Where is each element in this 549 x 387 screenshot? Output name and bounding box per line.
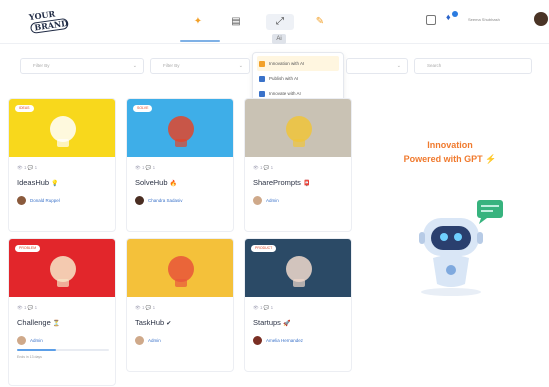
search-placeholder: Search — [427, 63, 442, 68]
card-author[interactable]: Amelia Hernandez — [253, 336, 303, 345]
filter-select-1[interactable]: Filter By ⌄ — [20, 58, 144, 74]
card-title-text: SharePrompts — [253, 178, 301, 187]
progress-bar — [17, 349, 109, 351]
notification-badge — [452, 11, 458, 17]
apps-tooltip: Ai — [272, 34, 286, 44]
card-emoji: 📮 — [302, 181, 311, 187]
toolbox-icon[interactable]: ▤ — [228, 14, 244, 30]
idea-card[interactable]: SOLVE 👁 1 💬 1 SolveHub 🔥 Chandra Sadasiv — [126, 98, 234, 232]
author-name: Admin — [148, 338, 161, 343]
filter-select-2[interactable]: Filter By ⌄ — [150, 58, 250, 74]
search-input[interactable]: Search — [414, 58, 532, 74]
progress-text: Ends in 13 days — [17, 355, 42, 359]
avatar — [253, 196, 262, 205]
filter-select-3[interactable]: ⌄ — [346, 58, 408, 74]
author-name: Admin — [30, 338, 43, 343]
grid-icon[interactable] — [426, 15, 436, 25]
avatar — [17, 336, 26, 345]
card-author[interactable]: Chandra Sadasiv — [135, 196, 183, 205]
card-title-text: SolveHub — [135, 178, 168, 187]
card-image — [127, 239, 233, 297]
card-stats: 👁 1 💬 1 — [253, 165, 274, 170]
avatar — [253, 336, 262, 345]
card-illustration — [168, 256, 194, 287]
card-title[interactable]: IdeasHub 💡 — [17, 178, 59, 187]
card-title[interactable]: SharePrompts 📮 — [253, 178, 310, 187]
user-avatar[interactable] — [534, 12, 548, 26]
progress-fill — [17, 349, 56, 351]
promo-line1: Innovation — [427, 140, 473, 150]
avatar — [135, 336, 144, 345]
apps-menu-button[interactable]: ⤢ — [266, 14, 294, 30]
card-stats: 👁 1 💬 1 — [135, 305, 156, 310]
dropdown-item-label: Innovation with AI — [269, 61, 305, 66]
author-name: Amelia Hernandez — [266, 338, 304, 343]
card-title[interactable]: Challenge ⏳ — [17, 318, 60, 327]
promo-title: Innovation Powered with GPT ⚡ — [364, 138, 536, 166]
filter-label: Filter By — [163, 63, 180, 68]
chat-icon — [259, 90, 265, 97]
idea-card[interactable]: PRODUCT 👁 1 💬 1 Startups 🚀 Amelia Hernand… — [244, 238, 352, 372]
idea-card[interactable]: IDEAS 👁 1 💬 1 IdeasHub 💡 Donald Ruppel — [8, 98, 116, 232]
card-emoji: ✔ — [166, 321, 172, 327]
card-emoji: 🚀 — [282, 321, 291, 327]
dropdown-item-publish[interactable]: Publish with AI — [257, 71, 339, 86]
author-name: Chandra Sadasiv — [148, 198, 183, 203]
card-tag: PRODUCT — [251, 245, 277, 252]
card-tag: IDEAS — [15, 105, 34, 112]
chevron-down-icon: ⌄ — [396, 63, 401, 69]
card-title-text: IdeasHub — [17, 178, 50, 187]
promo-panel: Innovation Powered with GPT ⚡ — [364, 82, 536, 332]
card-author[interactable]: Admin — [135, 336, 161, 345]
pen-icon — [259, 75, 265, 82]
chevron-down-icon: ⌄ — [132, 63, 137, 69]
lightbulb-icon[interactable]: ✦ — [190, 14, 206, 30]
active-nav-indicator — [180, 40, 220, 42]
card-emoji: ⏳ — [52, 321, 61, 327]
card-title[interactable]: TaskHub ✔ — [135, 318, 171, 327]
card-stats: 👁 1 💬 1 — [253, 305, 274, 310]
idea-card[interactable]: 👁 1 💬 1 SharePrompts 📮 Admin — [244, 98, 352, 232]
card-author[interactable]: Admin — [253, 196, 279, 205]
card-image — [245, 99, 351, 157]
card-stats: 👁 1 💬 1 — [135, 165, 156, 170]
card-title-text: TaskHub — [135, 318, 165, 327]
avatar — [135, 196, 144, 205]
card-emoji: 💡 — [51, 181, 59, 187]
dropdown-item-label: Publish with AI — [269, 76, 299, 81]
promo-line2: Powered with GPT ⚡ — [403, 154, 497, 164]
card-title[interactable]: Startups 🚀 — [253, 318, 290, 327]
card-title[interactable]: SolveHub 🔥 — [135, 178, 177, 187]
card-title-text: Startups — [253, 318, 281, 327]
dropdown-item-innovation[interactable]: Innovation with AI — [257, 56, 339, 71]
card-emoji: 🔥 — [169, 181, 178, 187]
author-name: Admin — [266, 198, 279, 203]
robot-illustration — [419, 200, 503, 296]
card-author[interactable]: Admin — [17, 336, 43, 345]
user-name[interactable]: Seema Shubhash — [468, 17, 500, 22]
filter-label: Filter By — [33, 63, 50, 68]
spark-icon — [259, 60, 265, 67]
idea-card[interactable]: 👁 1 💬 1 TaskHub ✔ Admin — [126, 238, 234, 372]
chevron-down-icon: ⌄ — [238, 63, 243, 69]
card-title-text: Challenge — [17, 318, 51, 327]
brand-logo[interactable]: YOUR BRAND — [28, 7, 75, 39]
card-author[interactable]: Donald Ruppel — [17, 196, 60, 205]
avatar — [17, 196, 26, 205]
idea-card[interactable]: PROBLEM 👁 1 💬 1 Challenge ⏳ Admin Ends in… — [8, 238, 116, 386]
card-stats: 👁 1 💬 1 — [17, 305, 38, 310]
wrench-icon[interactable]: ✎ — [312, 14, 328, 30]
card-tag: SOLVE — [133, 105, 153, 112]
card-tag: PROBLEM — [15, 245, 41, 252]
card-illustration — [286, 116, 312, 147]
author-name: Donald Ruppel — [30, 198, 60, 203]
card-stats: 👁 1 💬 1 — [17, 165, 38, 170]
